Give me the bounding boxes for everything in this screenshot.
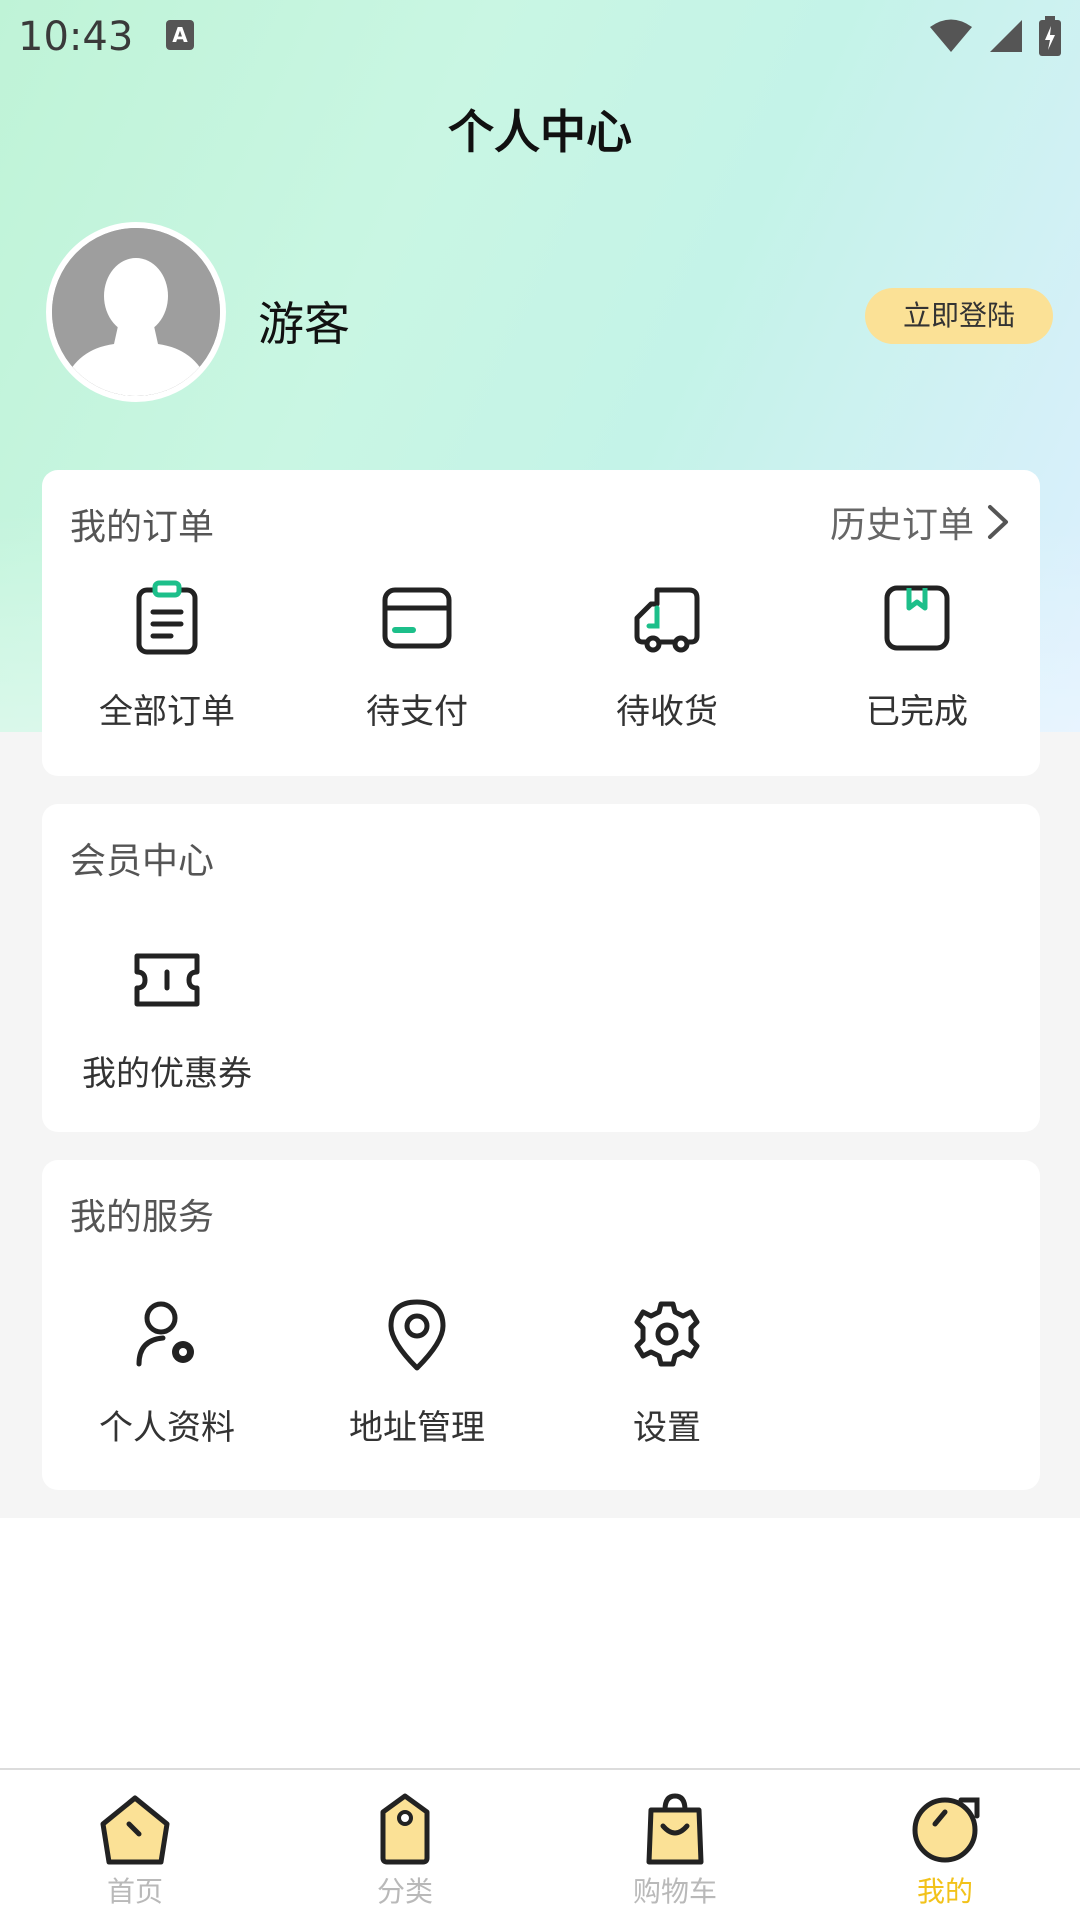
services-card: 我的服务 个人资料 地址管理 设置 (42, 1160, 1040, 1490)
bag-icon (646, 1793, 704, 1865)
order-item-pending-payment[interactable]: 待支付 (292, 578, 542, 733)
truck-icon (634, 587, 700, 653)
tab-label: 我的 (916, 1875, 973, 1908)
home-icon (100, 1795, 170, 1865)
order-item-label: 已完成 (866, 692, 968, 732)
order-item-label: 全部订单 (99, 692, 235, 732)
services-title: 我的服务 (70, 1197, 215, 1238)
profile-icon (912, 1797, 980, 1863)
tab-label: 分类 (376, 1875, 433, 1908)
clipboard-icon (136, 580, 198, 655)
card-icon (382, 587, 452, 649)
history-orders-label: 历史订单 (829, 505, 974, 546)
order-item-completed[interactable]: 已完成 (792, 578, 1042, 733)
status-time: 10:43 (18, 14, 134, 60)
box-icon (884, 585, 950, 651)
avatar[interactable] (46, 222, 226, 402)
orders-card: 我的订单 历史订单 全部订单 待支付 待收货 已完成 (42, 470, 1040, 776)
service-item-label: 地址管理 (349, 1408, 485, 1448)
tab-bar: 首页 分类 购物车 我的 (0, 1770, 1080, 1920)
default-avatar-icon (52, 228, 220, 396)
member-item-coupons[interactable]: 我的优惠券 (42, 940, 292, 1095)
tag-icon (380, 1793, 430, 1865)
login-button[interactable]: 立即登陆 (865, 288, 1053, 344)
order-item-all[interactable]: 全部订单 (42, 578, 292, 733)
tab-category[interactable]: 分类 (305, 1788, 505, 1910)
battery-icon (1039, 16, 1061, 56)
chevron-right-icon (988, 505, 1008, 539)
member-item-label: 我的优惠券 (82, 1054, 252, 1094)
service-item-settings[interactable]: 设置 (542, 1294, 792, 1449)
service-item-label: 个人资料 (99, 1408, 235, 1448)
member-card: 会员中心 我的优惠券 (42, 804, 1040, 1132)
ticket-icon (134, 953, 200, 1007)
gear-icon (634, 1301, 700, 1367)
signal-icon (990, 20, 1022, 52)
service-item-address[interactable]: 地址管理 (292, 1294, 542, 1449)
status-icons (928, 16, 1062, 56)
page-title: 个人中心 (448, 105, 632, 159)
location-pin-icon (388, 1299, 446, 1371)
tab-label: 购物车 (632, 1875, 717, 1908)
user-name: 游客 (258, 297, 350, 351)
member-title: 会员中心 (70, 841, 215, 882)
orders-title: 我的订单 (70, 507, 215, 548)
service-item-label: 设置 (633, 1408, 701, 1448)
service-item-profile[interactable]: 个人资料 (42, 1294, 292, 1449)
notification-icon: A (166, 20, 194, 50)
tab-home[interactable]: 首页 (35, 1788, 235, 1910)
history-orders-link[interactable]: 历史订单 (830, 496, 1010, 548)
status-bar: 10:43 A (0, 0, 1080, 74)
tab-mine[interactable]: 我的 (845, 1788, 1045, 1910)
tab-cart[interactable]: 购物车 (575, 1788, 775, 1910)
wifi-icon (930, 19, 972, 52)
order-item-label: 待支付 (366, 692, 468, 732)
user-gear-icon (136, 1301, 194, 1367)
tab-label: 首页 (106, 1875, 163, 1908)
order-item-label: 待收货 (616, 692, 718, 732)
order-item-pending-delivery[interactable]: 待收货 (542, 578, 792, 733)
